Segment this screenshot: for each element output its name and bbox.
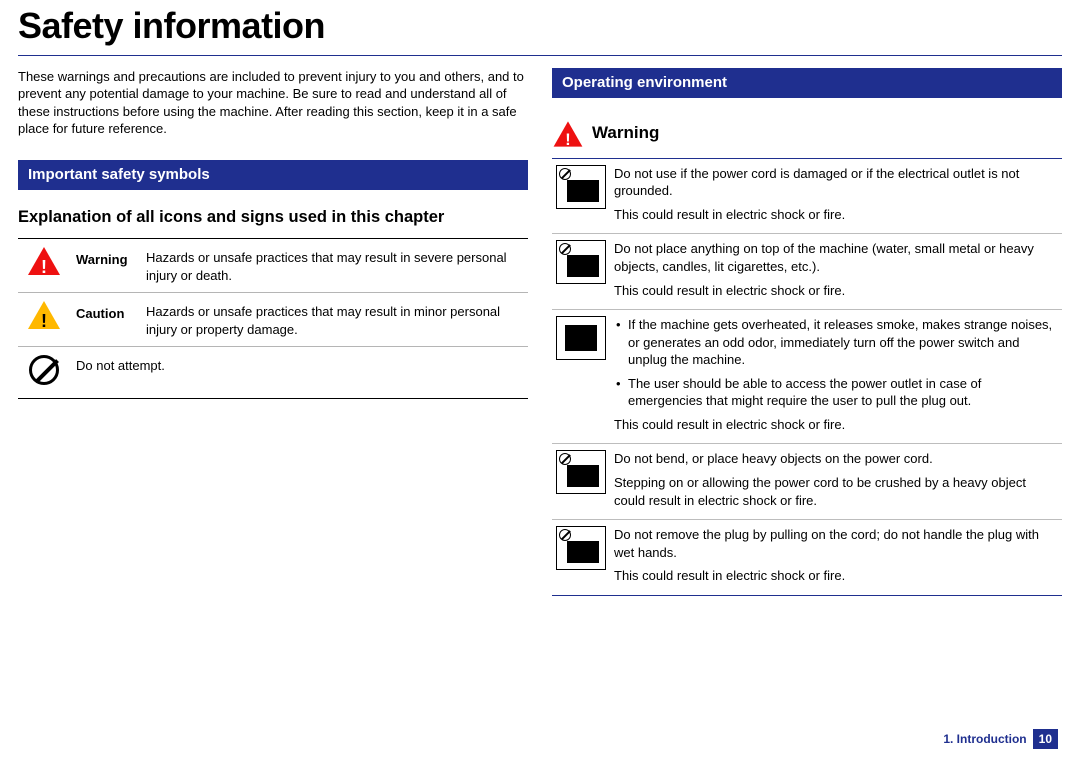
symbol-label: Caution bbox=[70, 293, 140, 347]
warning-triangle-icon: ! bbox=[28, 247, 60, 275]
warning-cell: Do not bend, or place heavy objects on t… bbox=[610, 444, 1062, 520]
page-number: 10 bbox=[1033, 729, 1058, 749]
warning-result: This could result in electric shock or f… bbox=[614, 416, 1058, 434]
footer-chapter: 1. Introduction bbox=[943, 731, 1026, 747]
warning-cell: Do not place anything on top of the mach… bbox=[610, 234, 1062, 310]
warning-table: Do not use if the power cord is damaged … bbox=[552, 158, 1062, 596]
table-row: Do not bend, or place heavy objects on t… bbox=[552, 444, 1062, 520]
bullet-item: The user should be able to access the po… bbox=[614, 375, 1058, 410]
intro-paragraph: These warnings and precautions are inclu… bbox=[18, 68, 528, 138]
section-important-safety-symbols: Important safety symbols bbox=[18, 160, 528, 190]
warning-text: Do not place anything on top of the mach… bbox=[614, 240, 1058, 275]
hazard-icon bbox=[556, 165, 606, 209]
left-column: These warnings and precautions are inclu… bbox=[18, 68, 528, 596]
table-row: Do not attempt. bbox=[18, 347, 528, 399]
table-row: ! Caution Hazards or unsafe practices th… bbox=[18, 293, 528, 347]
symbol-label: Warning bbox=[70, 239, 140, 293]
two-column-layout: These warnings and precautions are inclu… bbox=[0, 68, 1080, 596]
symbol-desc: Hazards or unsafe practices that may res… bbox=[140, 293, 528, 347]
hazard-icon bbox=[556, 526, 606, 570]
section-operating-environment: Operating environment bbox=[552, 68, 1062, 98]
page-title: Safety information bbox=[0, 0, 1080, 55]
warning-heading: ! Warning bbox=[552, 120, 1062, 148]
symbols-subheading: Explanation of all icons and signs used … bbox=[18, 206, 528, 228]
symbol-desc: Do not attempt. bbox=[70, 347, 528, 399]
warning-text: Do not use if the power cord is damaged … bbox=[614, 165, 1058, 200]
table-row: Do not use if the power cord is damaged … bbox=[552, 158, 1062, 234]
warning-bullets: If the machine gets overheated, it relea… bbox=[614, 316, 1058, 410]
right-column: Operating environment ! Warning Do not u… bbox=[552, 68, 1062, 596]
hazard-icon bbox=[556, 450, 606, 494]
warning-heading-text: Warning bbox=[592, 122, 659, 145]
warning-text: Do not remove the plug by pulling on the… bbox=[614, 526, 1058, 561]
symbols-table: ! Warning Hazards or unsafe practices th… bbox=[18, 238, 528, 399]
bullet-item: If the machine gets overheated, it relea… bbox=[614, 316, 1058, 369]
warning-result: This could result in electric shock or f… bbox=[614, 567, 1058, 585]
table-row: If the machine gets overheated, it relea… bbox=[552, 310, 1062, 444]
warning-result: Stepping on or allowing the power cord t… bbox=[614, 474, 1058, 509]
warning-triangle-icon: ! bbox=[554, 121, 583, 146]
warning-text: Do not bend, or place heavy objects on t… bbox=[614, 450, 1058, 468]
warning-cell: Do not use if the power cord is damaged … bbox=[610, 158, 1062, 234]
hazard-icon bbox=[556, 240, 606, 284]
hazard-icon bbox=[556, 316, 606, 360]
warning-cell: Do not remove the plug by pulling on the… bbox=[610, 520, 1062, 596]
warning-cell: If the machine gets overheated, it relea… bbox=[610, 310, 1062, 444]
title-rule bbox=[18, 55, 1062, 56]
warning-result: This could result in electric shock or f… bbox=[614, 206, 1058, 224]
table-row: Do not place anything on top of the mach… bbox=[552, 234, 1062, 310]
symbol-desc: Hazards or unsafe practices that may res… bbox=[140, 239, 528, 293]
warning-result: This could result in electric shock or f… bbox=[614, 282, 1058, 300]
prohibit-icon bbox=[29, 355, 59, 385]
table-row: Do not remove the plug by pulling on the… bbox=[552, 520, 1062, 596]
page-footer: 1. Introduction 10 bbox=[943, 729, 1058, 749]
table-row: ! Warning Hazards or unsafe practices th… bbox=[18, 239, 528, 293]
caution-triangle-icon: ! bbox=[28, 301, 60, 329]
